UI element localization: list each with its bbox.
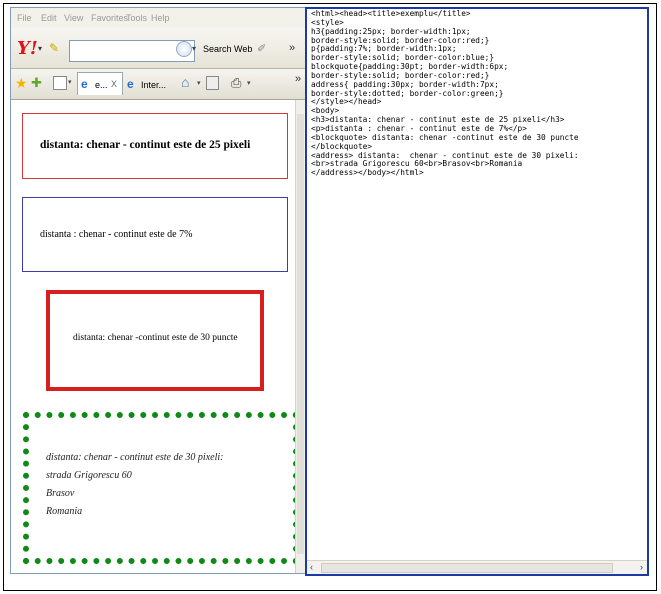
print-icon[interactable]: ⎙	[231, 75, 241, 91]
menu-edit[interactable]: Edit	[41, 13, 57, 23]
yahoo-toolbar: Y! ▾ ✎ ▾ Search Web ✐ »	[11, 28, 305, 69]
tab-active[interactable]: e e... X	[77, 72, 123, 95]
chevron-down-icon[interactable]: ▾	[192, 44, 196, 53]
scroll-thumb[interactable]	[297, 114, 304, 554]
menu-help[interactable]: Help	[151, 13, 170, 23]
menu-file[interactable]: File	[17, 13, 32, 23]
yahoo-logo-icon[interactable]: Y!	[17, 38, 38, 59]
star-icon[interactable]: ★	[15, 75, 28, 92]
ie-icon: e	[127, 77, 134, 91]
tab-label: Inter...	[141, 80, 167, 90]
paragraph-box: distanta : chenar - continut este de 7%	[22, 197, 288, 272]
tab-label: e...	[95, 80, 108, 90]
address-line: Brasov	[46, 488, 75, 499]
source-code[interactable]: <html><head><title>exemplu</title> <style…	[311, 9, 579, 178]
highlight-icon[interactable]: ✐	[257, 42, 266, 55]
search-icon[interactable]	[176, 41, 192, 57]
browser-window: File Edit View Favorites Tools Help Y! ▾…	[10, 7, 306, 574]
close-icon[interactable]: X	[111, 79, 117, 89]
tab-bar: ★ ✚ ▾ e e... X e Inter... ⌂ ▾ ⎙ ▾ »	[11, 69, 305, 100]
feed-icon[interactable]	[206, 76, 219, 90]
address-text: distanta: chenar - continut este de 30 p…	[46, 449, 223, 521]
blockquote-box: distanta: chenar -continut este de 30 pu…	[46, 290, 264, 391]
page-content: distanta: chenar - continut este de 25 p…	[11, 100, 299, 573]
more-chevron-icon[interactable]: »	[295, 73, 301, 85]
scroll-thumb[interactable]	[321, 563, 613, 573]
more-chevron-icon[interactable]: »	[289, 42, 295, 54]
add-favorite-icon[interactable]: ✚	[31, 75, 42, 91]
search-web-button[interactable]: Search Web	[203, 44, 252, 54]
scroll-right-icon[interactable]: ›	[640, 562, 643, 572]
home-icon[interactable]: ⌂	[181, 74, 189, 90]
address-line: Romania	[46, 506, 83, 517]
code-line: </address></body></html>	[311, 168, 424, 178]
chevron-down-icon[interactable]: ▾	[247, 79, 251, 87]
code-line: </style></head>	[311, 97, 382, 107]
menu-favorites[interactable]: Favorites	[91, 13, 128, 23]
source-editor: <html><head><title>exemplu</title> <style…	[305, 7, 649, 576]
chevron-down-icon[interactable]: ▾	[68, 78, 72, 86]
h3-text: distanta: chenar - continut este de 25 p…	[40, 139, 251, 151]
quick-tabs-icon[interactable]	[53, 76, 67, 90]
tab-inactive[interactable]: e Inter...	[123, 74, 169, 94]
code-line: <html><head><title>exemplu</title>	[311, 9, 471, 18]
menu-bar: File Edit View Favorites Tools Help	[11, 8, 305, 28]
paragraph-text: distanta : chenar - continut este de 7%	[40, 229, 193, 240]
menu-tools[interactable]: Tools	[126, 13, 147, 23]
address-box: distanta: chenar - continut este de 30 p…	[23, 412, 299, 564]
pencil-icon[interactable]: ✎	[49, 41, 59, 55]
h3-box: distanta: chenar - continut este de 25 p…	[22, 113, 288, 179]
chevron-down-icon[interactable]: ▾	[38, 44, 42, 53]
menu-view[interactable]: View	[64, 13, 83, 23]
scroll-left-icon[interactable]: ‹	[310, 562, 313, 572]
ie-icon: e	[81, 77, 88, 91]
blockquote-text: distanta: chenar -continut este de 30 pu…	[73, 333, 238, 343]
address-line: distanta: chenar - continut este de 30 p…	[46, 452, 224, 463]
address-line: strada Grigorescu 60	[46, 470, 132, 481]
horizontal-scrollbar[interactable]: ‹ ›	[307, 560, 647, 574]
chevron-down-icon[interactable]: ▾	[197, 79, 201, 87]
